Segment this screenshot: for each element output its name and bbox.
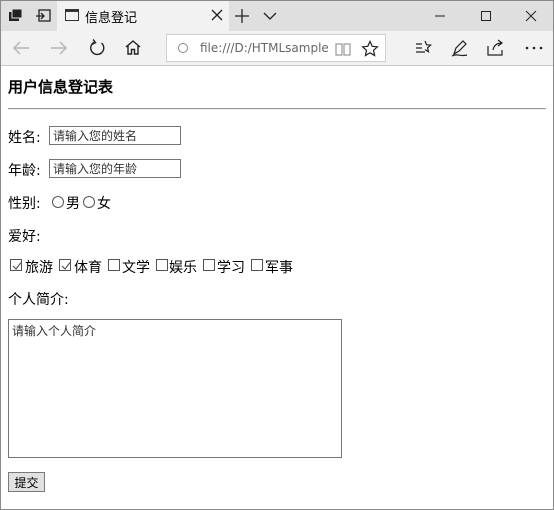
navigation-bar: file:///D:/HTMLsample/reg (1, 31, 553, 66)
minimize-button[interactable] (417, 1, 463, 31)
hobby-label-study[interactable]: 学习 (217, 257, 245, 277)
hobby-label-travel[interactable]: 旅游 (25, 257, 53, 277)
hobby-checkbox-entertainment[interactable] (156, 259, 168, 271)
submit-button[interactable]: 提交 (8, 472, 45, 492)
chevron-down-icon[interactable] (261, 8, 279, 24)
close-window-button[interactable] (508, 1, 554, 31)
age-label: 年龄: (8, 163, 41, 179)
intro-textarea[interactable] (8, 319, 342, 458)
favorite-star-icon[interactable] (361, 40, 379, 58)
page-title: 用户信息登记表 (8, 78, 114, 96)
back-arrow-icon[interactable] (10, 38, 32, 58)
tab-title: 信息登记 (85, 11, 138, 26)
tab-active[interactable]: 信息登记 (57, 1, 229, 31)
page-content: 用户信息登记表 姓名: 年龄: 性别: 男 女 爱好: 旅游 体育 文学 娱乐 … (1, 67, 553, 509)
hobby-label-military[interactable]: 军事 (265, 257, 293, 277)
close-tab-icon[interactable] (209, 6, 225, 24)
address-bar[interactable]: file:///D:/HTMLsample/reg (166, 34, 386, 62)
hobby-checkbox-literature[interactable] (108, 259, 120, 271)
title-bar: 信息登记 (1, 1, 553, 31)
gender-radio-male[interactable] (52, 196, 64, 208)
hobby-checkbox-travel[interactable] (10, 259, 22, 271)
age-input[interactable] (49, 159, 181, 178)
hobby-label-literature[interactable]: 文学 (122, 257, 150, 277)
hobby-checkbox-study[interactable] (203, 259, 215, 271)
tab-manager-icon[interactable] (7, 7, 25, 25)
gender-label: 性别: (8, 196, 41, 212)
info-icon[interactable] (178, 43, 188, 53)
hobby-label-entertainment[interactable]: 娱乐 (169, 257, 197, 277)
name-label: 姓名: (8, 130, 41, 146)
more-options-icon[interactable] (523, 38, 545, 58)
gender-radio-female[interactable] (83, 196, 95, 208)
pen-notes-icon[interactable] (449, 38, 471, 58)
hobby-checkbox-sports[interactable] (59, 259, 71, 271)
share-icon[interactable] (485, 38, 507, 58)
set-tabs-aside-icon[interactable] (34, 7, 52, 25)
page-icon (65, 9, 79, 21)
divider (8, 108, 546, 110)
gender-option-male[interactable]: 男 (66, 193, 80, 213)
new-tab-icon[interactable] (233, 6, 251, 26)
address-url[interactable]: file:///D:/HTMLsample/reg (200, 41, 328, 55)
favorites-hub-icon[interactable] (413, 38, 435, 58)
maximize-button[interactable] (463, 1, 509, 31)
hobby-label-sports[interactable]: 体育 (74, 257, 102, 277)
forward-arrow-icon[interactable] (48, 38, 70, 58)
refresh-icon[interactable] (86, 38, 108, 58)
hobby-label: 爱好: (8, 229, 41, 245)
reading-view-icon[interactable] (335, 41, 351, 56)
intro-label: 个人简介: (8, 292, 69, 308)
hobby-checkbox-military[interactable] (251, 259, 263, 271)
name-input[interactable] (49, 126, 181, 145)
gender-option-female[interactable]: 女 (97, 193, 111, 213)
home-icon[interactable] (122, 38, 144, 58)
